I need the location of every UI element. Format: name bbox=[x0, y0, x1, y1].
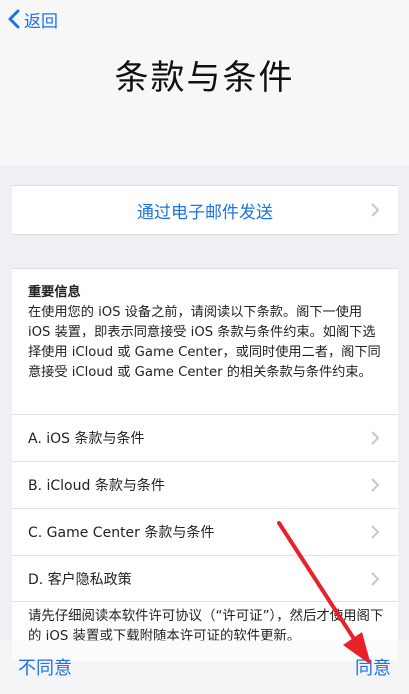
terms-item-game-center[interactable]: C. Game Center 条款与条件 bbox=[12, 508, 398, 555]
agree-button[interactable]: 同意 bbox=[337, 654, 409, 680]
disagree-button[interactable]: 不同意 bbox=[0, 654, 90, 680]
bottom-toolbar: 不同意 同意 bbox=[0, 640, 409, 694]
chevron-right-icon bbox=[371, 571, 380, 586]
chevron-right-icon bbox=[371, 431, 380, 445]
terms-item-privacy[interactable]: D. 客户隐私政策 bbox=[12, 555, 398, 602]
terms-panel: 重要信息 在使用您的 iOS 设备之前，请阅读以下条款。阁下一使用 iOS 装置… bbox=[12, 268, 398, 661]
terms-item-label: C. Game Center 条款与条件 bbox=[28, 525, 215, 541]
back-label: 返回 bbox=[24, 11, 58, 32]
page-title: 条款与条件 bbox=[114, 58, 295, 98]
chevron-right-icon bbox=[371, 203, 380, 217]
back-button[interactable]: 返回 bbox=[8, 6, 58, 32]
send-email-label: 通过电子邮件发送 bbox=[137, 202, 273, 223]
chevron-right-icon bbox=[371, 525, 380, 539]
info-heading: 重要信息 bbox=[28, 285, 81, 300]
terms-item-icloud[interactable]: B. iCloud 条款与条件 bbox=[12, 461, 398, 508]
info-body: 在使用您的 iOS 设备之前，请阅读以下条款。阁下一使用 iOS 装置，即表示同… bbox=[28, 305, 381, 380]
terms-item-label: B. iCloud 条款与条件 bbox=[28, 478, 165, 494]
chevron-left-icon bbox=[8, 9, 20, 29]
chevron-right-icon bbox=[371, 478, 380, 492]
important-info: 重要信息 在使用您的 iOS 设备之前，请阅读以下条款。阁下一使用 iOS 装置… bbox=[28, 283, 384, 383]
terms-item-label: D. 客户隐私政策 bbox=[28, 571, 132, 588]
terms-item-ios[interactable]: A. iOS 条款与条件 bbox=[12, 414, 398, 461]
send-email-row[interactable]: 通过电子邮件发送 bbox=[12, 185, 398, 235]
terms-item-label: A. iOS 条款与条件 bbox=[28, 431, 145, 447]
